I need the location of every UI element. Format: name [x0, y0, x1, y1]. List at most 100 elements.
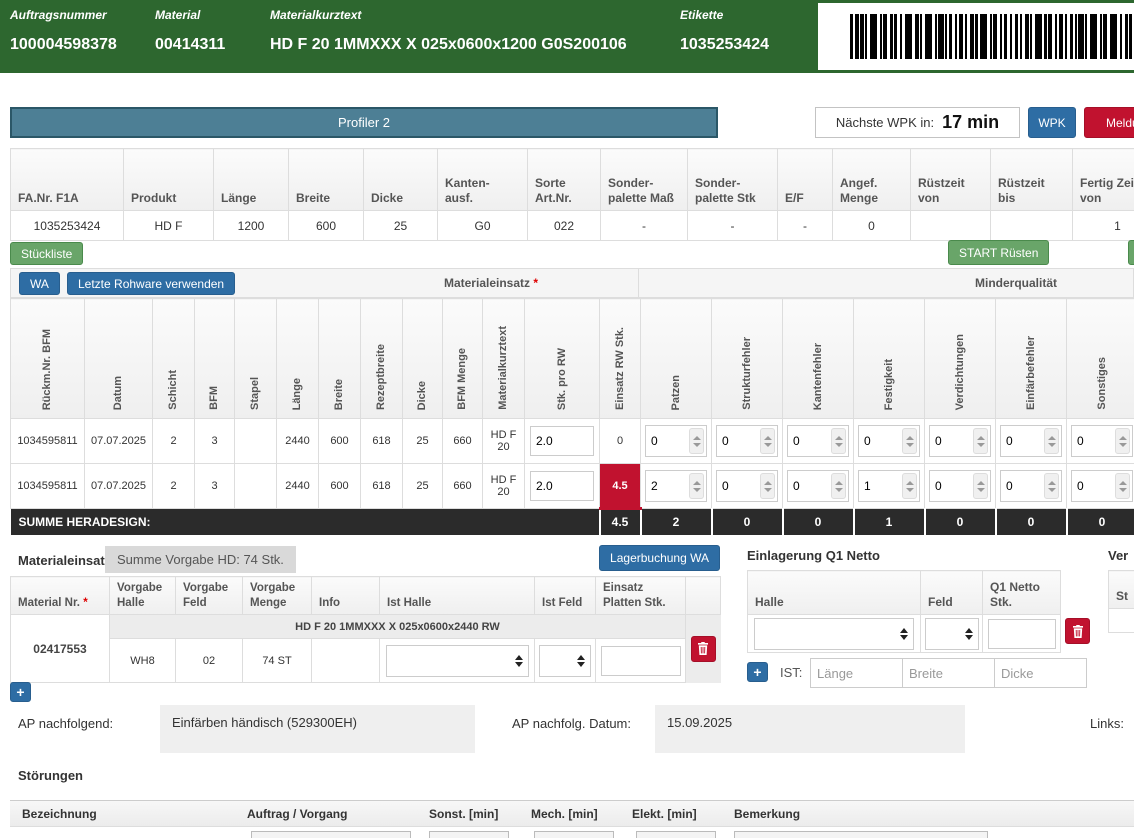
strukturfehler-spinner[interactable]: [716, 425, 778, 457]
delete-einlagerung-row-button[interactable]: [1065, 618, 1090, 644]
ver-table: St: [1108, 570, 1134, 633]
spinner-buttons[interactable]: [689, 473, 704, 499]
order-col-header: Rüstzeit bis: [991, 149, 1073, 211]
spinner-buttons[interactable]: [902, 473, 917, 499]
stoerung-elekt-input[interactable]: [636, 831, 716, 838]
etikette-value: 1035253424: [680, 36, 769, 54]
halle-select[interactable]: [754, 618, 914, 650]
bfm-col-header: Breite: [319, 299, 361, 419]
patzen-spinner[interactable]: [645, 425, 707, 457]
order-col-header: Breite: [289, 149, 364, 211]
barcode-bars: [850, 14, 1134, 59]
stk-pro-rw-input[interactable]: [530, 426, 594, 456]
next-wpk-label: Nächste WPK in:: [836, 115, 934, 130]
summe-patzen: 2: [641, 509, 712, 535]
stk-pro-rw-input[interactable]: [530, 471, 594, 501]
bfm-cell-sonstiges: [1067, 419, 1134, 464]
meldung-button[interactable]: Meldung: [1084, 107, 1134, 138]
summe-kantenfehler: 0: [783, 509, 854, 535]
strukturfehler-spinner[interactable]: [716, 470, 778, 502]
einsatz-platten-input[interactable]: [601, 646, 681, 676]
next-wpk-value: 17 min: [942, 112, 999, 133]
letzte-rohware-button[interactable]: Letzte Rohware verwenden: [67, 272, 235, 295]
spinner-buttons[interactable]: [689, 428, 704, 454]
spinner-buttons[interactable]: [1115, 428, 1130, 454]
spinner-buttons[interactable]: [902, 428, 917, 454]
verdichtungen-spinner[interactable]: [929, 470, 991, 502]
order-col-header: Länge: [214, 149, 289, 211]
select-arrows-icon: [900, 628, 908, 640]
ist-halle-select[interactable]: [386, 645, 529, 677]
bfm-cell-stapel: [235, 464, 277, 509]
einlagerung-header-row: Halle Feld Q1 Netto Stk.: [748, 571, 1061, 615]
spinner-buttons[interactable]: [973, 428, 988, 454]
stoerung-mech-input[interactable]: [534, 831, 614, 838]
order-cell-ruestzeit-von: [911, 211, 991, 241]
lagerbuchung-wa-button[interactable]: Lagerbuchung WA: [599, 545, 720, 571]
add-einlagerung-row-button[interactable]: +: [747, 662, 768, 682]
ap-nachfolgend-label: AP nachfolgend:: [18, 716, 113, 731]
material-field: Material 00414311: [155, 8, 225, 54]
stoerungen-col-header: Auftrag / Vorgang: [247, 807, 347, 821]
info-cell: [312, 639, 380, 683]
sonstiges-spinner[interactable]: [1071, 470, 1133, 502]
halle-cell: [748, 615, 921, 653]
spinner-buttons[interactable]: [831, 473, 846, 499]
ist-feld-select[interactable]: [539, 645, 591, 677]
ist-dicke-input[interactable]: [994, 658, 1087, 688]
bfm-col-header: Patzen: [641, 299, 712, 419]
ist-row: + IST:: [747, 658, 1092, 688]
bfm-summe-row: SUMME HERADESIGN: 4.5 2 0 0 1 0 0 0: [11, 509, 1134, 535]
delete-material-row-button[interactable]: [691, 636, 716, 662]
truncated-green-button[interactable]: [1128, 240, 1134, 265]
festigkeit-spinner[interactable]: [858, 470, 920, 502]
kantenfehler-spinner[interactable]: [787, 425, 849, 457]
stoerung-auftrag-input[interactable]: [251, 831, 411, 838]
bfm-cell-dicke: 25: [403, 419, 443, 464]
stoerung-bemerkung-input[interactable]: [734, 831, 988, 838]
materialkurztext-label: Materialkurztext: [270, 8, 627, 22]
q1-netto-input[interactable]: [988, 619, 1056, 649]
sonstiges-spinner[interactable]: [1071, 425, 1133, 457]
stueckliste-button[interactable]: Stückliste: [10, 242, 83, 265]
spinner-buttons[interactable]: [760, 428, 775, 454]
einlagerung-col-header: Feld: [921, 571, 983, 615]
ist-laenge-input[interactable]: [810, 658, 903, 688]
material-row-actions: [686, 615, 721, 683]
spinner-buttons[interactable]: [973, 473, 988, 499]
profiler-tab[interactable]: Profiler 2: [10, 107, 718, 138]
order-col-header: Rüstzeit von: [911, 149, 991, 211]
feld-select[interactable]: [925, 618, 979, 650]
material-nr-cell: 02417553: [11, 615, 110, 683]
ist-breite-input[interactable]: [902, 658, 995, 688]
spinner-buttons[interactable]: [831, 428, 846, 454]
material-header-row: Material Nr. * Vorgabe Halle Vorgabe Fel…: [11, 577, 721, 615]
bfm-cell-einfaerbefehler: [996, 419, 1067, 464]
bfm-cell-bfm-menge: 660: [443, 419, 483, 464]
add-material-row-button[interactable]: +: [10, 682, 31, 702]
feld-cell: [921, 615, 983, 653]
start-ruesten-button[interactable]: START Rüsten: [948, 240, 1049, 265]
order-header-row: FA.Nr. F1A Produkt Länge Breite Dicke Ka…: [11, 149, 1134, 211]
material-value: 00414311: [155, 36, 225, 54]
stoerung-sonst-input[interactable]: [429, 831, 509, 838]
wpk-button[interactable]: WPK: [1028, 107, 1076, 138]
einfaerbefehler-spinner[interactable]: [1000, 470, 1062, 502]
stoerungen-header-row: Bezeichnung Auftrag / Vorgang Sonst. [mi…: [10, 800, 1134, 827]
bfm-cell-breite: 600: [319, 464, 361, 509]
spinner-buttons[interactable]: [1044, 428, 1059, 454]
order-cell-sonder-stk: -: [688, 211, 778, 241]
kantenfehler-spinner[interactable]: [787, 470, 849, 502]
einfaerbefehler-spinner[interactable]: [1000, 425, 1062, 457]
festigkeit-spinner[interactable]: [858, 425, 920, 457]
verdichtungen-spinner[interactable]: [929, 425, 991, 457]
spinner-buttons[interactable]: [760, 473, 775, 499]
spinner-buttons[interactable]: [1044, 473, 1059, 499]
material-col-header: Ist Feld: [535, 577, 596, 615]
patzen-spinner[interactable]: [645, 470, 707, 502]
bfm-cell-einsatz-rw-alert: 4.5: [600, 464, 641, 509]
wa-button[interactable]: WA: [19, 272, 60, 295]
etikette-field: Etikette 1035253424: [680, 8, 769, 54]
page-root: Auftragsnummer 100004598378 Material 004…: [0, 0, 1134, 838]
spinner-buttons[interactable]: [1115, 473, 1130, 499]
